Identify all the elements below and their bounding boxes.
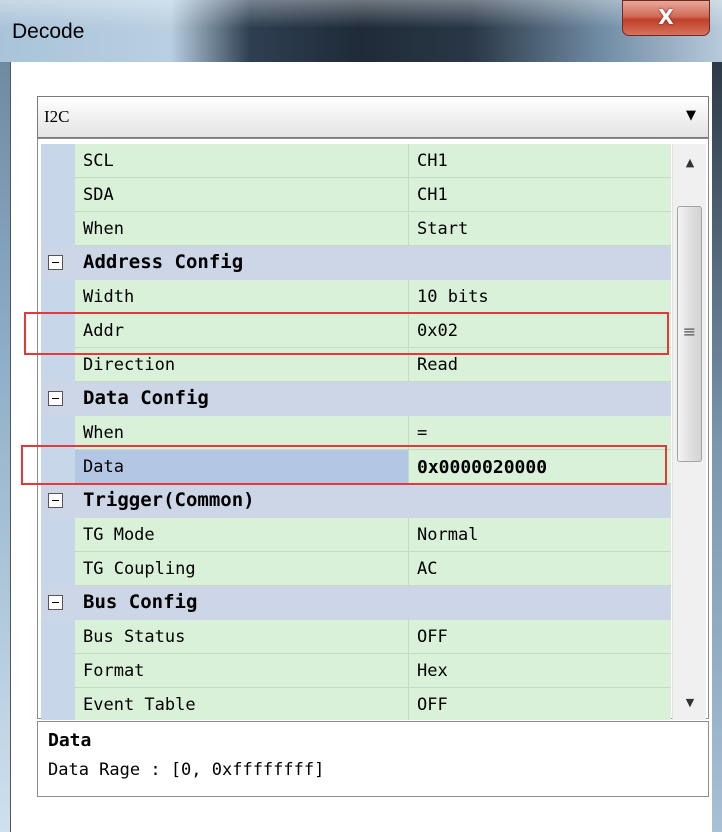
property-row-format[interactable]: Format Hex	[41, 654, 671, 688]
window-frame-left	[0, 62, 10, 832]
category-label: Trigger(Common)	[83, 489, 255, 511]
category-label: Address Config	[83, 251, 244, 273]
property-name: Event Table	[83, 695, 196, 715]
close-icon: X	[658, 5, 674, 29]
vertical-scrollbar[interactable]: ▲ ≡ ▼	[672, 144, 706, 720]
property-row-tg-coupling[interactable]: TG Coupling AC	[41, 552, 671, 586]
window-title: Decode	[12, 20, 85, 43]
property-row-tg-mode[interactable]: TG Mode Normal	[41, 518, 671, 552]
property-name: When	[83, 219, 124, 239]
category-label: Data Config	[83, 387, 209, 409]
minus-box-icon[interactable]	[48, 595, 63, 610]
minus-box-icon[interactable]	[48, 255, 63, 270]
property-value[interactable]: Read	[417, 355, 458, 375]
property-name: Direction	[83, 355, 176, 375]
property-name: When	[83, 423, 124, 443]
close-button[interactable]: X	[622, 0, 710, 36]
chevron-down-icon[interactable]: ▼	[686, 108, 696, 123]
arrow-down-icon[interactable]: ▼	[673, 688, 707, 718]
title-bar[interactable]: Decode X	[0, 0, 722, 62]
property-value[interactable]: 10 bits	[417, 287, 489, 307]
property-value[interactable]: Hex	[417, 661, 448, 681]
highlight-box-data	[21, 445, 667, 485]
category-bus-config[interactable]: Bus Config	[41, 586, 671, 620]
property-value[interactable]: AC	[417, 559, 437, 579]
property-row-width[interactable]: Width 10 bits	[41, 280, 671, 314]
property-row-sda[interactable]: SDA CH1	[41, 178, 671, 212]
category-address-config[interactable]: Address Config	[41, 246, 671, 280]
property-value[interactable]: OFF	[417, 695, 448, 715]
property-name: SCL	[83, 151, 114, 171]
scroll-thumb[interactable]: ≡	[677, 206, 702, 462]
property-value[interactable]: =	[417, 423, 427, 443]
property-value[interactable]: CH1	[417, 151, 448, 171]
description-panel: Data Data Rage : [0, 0xffffffff]	[37, 721, 709, 797]
property-name: Format	[83, 661, 145, 681]
property-row-scl[interactable]: SCL CH1	[41, 144, 671, 178]
property-name: SDA	[83, 185, 114, 205]
category-data-config[interactable]: Data Config	[41, 382, 671, 416]
property-row-when[interactable]: When Start	[41, 212, 671, 246]
property-name: Bus Status	[83, 627, 186, 647]
minus-box-icon[interactable]	[48, 493, 63, 508]
property-row-bus-status[interactable]: Bus Status OFF	[41, 620, 671, 654]
arrow-up-icon[interactable]: ▲	[673, 148, 707, 178]
minus-box-icon[interactable]	[48, 391, 63, 406]
scroll-grip-icon: ≡	[682, 322, 697, 341]
property-value[interactable]: Normal	[417, 525, 478, 545]
protocol-dropdown[interactable]: I2C ▼	[37, 96, 709, 138]
property-name: TG Mode	[83, 525, 155, 545]
description-title: Data	[48, 730, 92, 751]
window-frame-right	[712, 62, 722, 832]
property-value[interactable]: CH1	[417, 185, 448, 205]
property-value[interactable]: Start	[417, 219, 468, 239]
category-trigger-common[interactable]: Trigger(Common)	[41, 484, 671, 518]
property-name: TG Coupling	[83, 559, 196, 579]
category-label: Bus Config	[83, 591, 198, 613]
property-value[interactable]: OFF	[417, 627, 448, 647]
description-text: Data Rage : [0, 0xffffffff]	[48, 760, 325, 780]
property-row-event-table[interactable]: Event Table OFF	[41, 688, 671, 720]
protocol-selected-value: I2C	[44, 107, 70, 126]
property-name: Width	[83, 287, 135, 307]
highlight-box-addr	[24, 312, 669, 355]
